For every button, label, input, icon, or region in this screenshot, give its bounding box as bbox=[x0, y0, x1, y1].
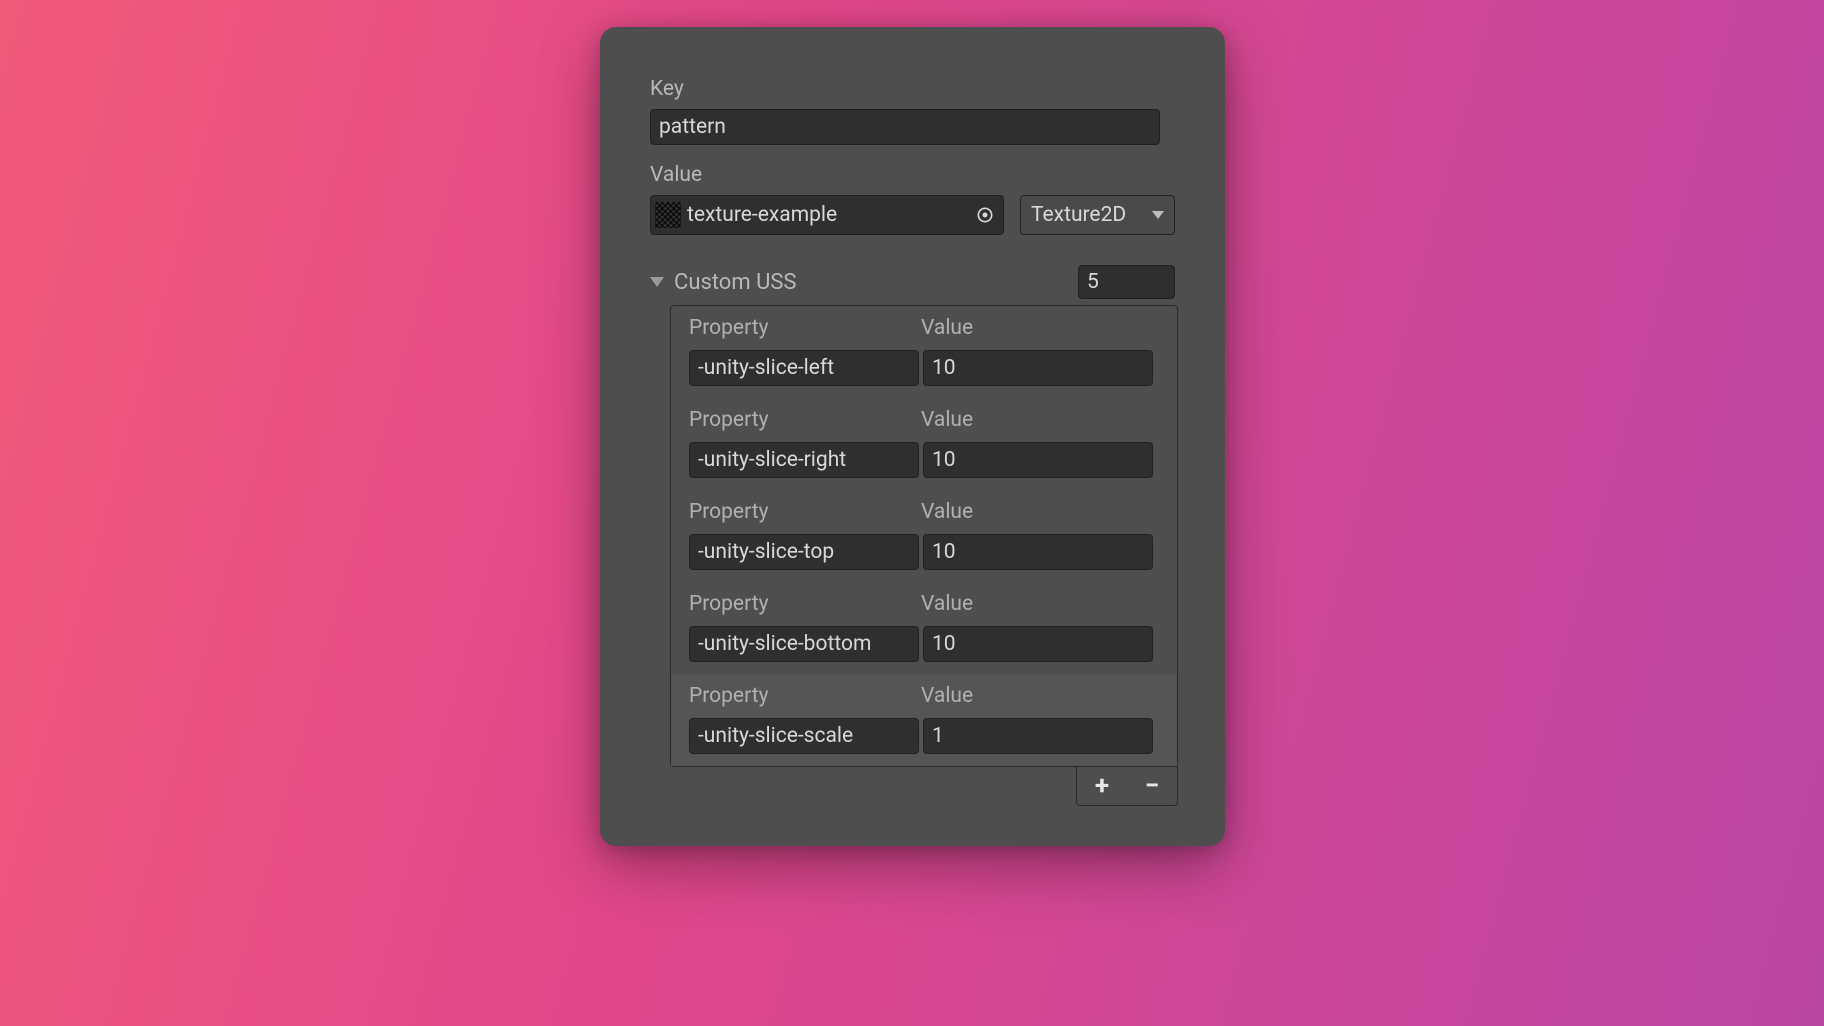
key-label: Key bbox=[650, 77, 1175, 101]
property-value-inputs bbox=[689, 534, 1159, 570]
type-dropdown-label: Texture2D bbox=[1031, 203, 1126, 227]
texture-thumbnail-icon bbox=[655, 202, 681, 228]
custom-uss-header: Custom USS bbox=[650, 265, 1175, 299]
remove-button[interactable]: − bbox=[1127, 767, 1177, 805]
type-dropdown[interactable]: Texture2D bbox=[1020, 195, 1175, 235]
custom-uss-count-input[interactable] bbox=[1078, 265, 1175, 299]
value-input[interactable] bbox=[923, 442, 1153, 478]
property-header-label: Property bbox=[689, 500, 921, 524]
object-name: texture-example bbox=[687, 203, 971, 227]
property-header-label: Property bbox=[689, 592, 921, 616]
list-item: PropertyValue bbox=[671, 582, 1177, 674]
chevron-down-icon bbox=[1152, 211, 1164, 219]
value-label: Value bbox=[650, 163, 1175, 187]
property-value-inputs bbox=[689, 442, 1159, 478]
key-input[interactable] bbox=[650, 109, 1160, 145]
value-input[interactable] bbox=[923, 350, 1153, 386]
value-field-block: Value texture-example Texture2D bbox=[650, 163, 1175, 235]
list-item: PropertyValue bbox=[671, 490, 1177, 582]
add-remove-group: + − bbox=[1076, 766, 1178, 806]
property-value-labels: PropertyValue bbox=[689, 500, 1159, 524]
property-value-labels: PropertyValue bbox=[689, 684, 1159, 708]
custom-uss-section: Custom USS PropertyValuePropertyValuePro… bbox=[650, 265, 1175, 806]
property-header-label: Property bbox=[689, 316, 921, 340]
foldout-toggle-icon[interactable] bbox=[650, 277, 664, 287]
custom-uss-list: PropertyValuePropertyValuePropertyValueP… bbox=[670, 305, 1178, 767]
property-value-labels: PropertyValue bbox=[689, 408, 1159, 432]
property-value-inputs bbox=[689, 626, 1159, 662]
value-header-label: Value bbox=[921, 592, 973, 616]
property-input[interactable] bbox=[689, 534, 919, 570]
property-value-labels: PropertyValue bbox=[689, 316, 1159, 340]
target-icon bbox=[975, 205, 995, 225]
object-field[interactable]: texture-example bbox=[650, 195, 1004, 235]
property-input[interactable] bbox=[689, 442, 919, 478]
value-row: texture-example Texture2D bbox=[650, 195, 1175, 235]
value-header-label: Value bbox=[921, 316, 973, 340]
property-value-inputs bbox=[689, 350, 1159, 386]
key-field-block: Key bbox=[650, 77, 1175, 145]
property-input[interactable] bbox=[689, 350, 919, 386]
value-header-label: Value bbox=[921, 684, 973, 708]
add-button[interactable]: + bbox=[1077, 767, 1127, 805]
value-header-label: Value bbox=[921, 500, 973, 524]
property-input[interactable] bbox=[689, 718, 919, 754]
value-input[interactable] bbox=[923, 718, 1153, 754]
property-header-label: Property bbox=[689, 684, 921, 708]
list-item: PropertyValue bbox=[671, 306, 1177, 398]
list-item: PropertyValue bbox=[671, 398, 1177, 490]
value-header-label: Value bbox=[921, 408, 973, 432]
property-header-label: Property bbox=[689, 408, 921, 432]
inspector-panel: Key Value texture-example Texture2D bbox=[600, 27, 1225, 846]
list-buttons: + − bbox=[670, 766, 1178, 806]
object-picker-button[interactable] bbox=[971, 201, 999, 229]
custom-uss-title: Custom USS bbox=[674, 270, 1068, 295]
list-item: PropertyValue bbox=[671, 674, 1177, 766]
value-input[interactable] bbox=[923, 626, 1153, 662]
value-input[interactable] bbox=[923, 534, 1153, 570]
property-input[interactable] bbox=[689, 626, 919, 662]
property-value-labels: PropertyValue bbox=[689, 592, 1159, 616]
property-value-inputs bbox=[689, 718, 1159, 754]
